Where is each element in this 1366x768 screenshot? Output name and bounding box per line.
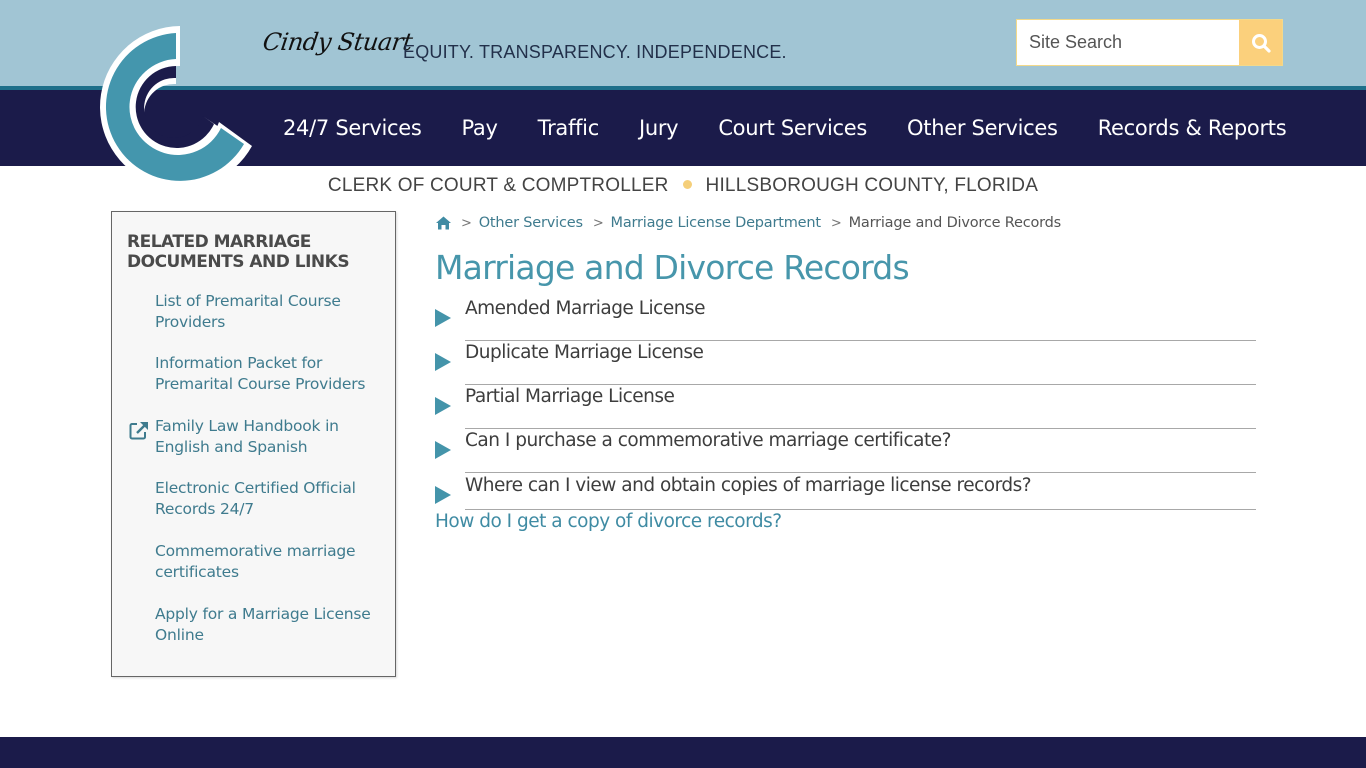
breadcrumb-current: Marriage and Divorce Records <box>848 215 1062 231</box>
breadcrumb: > Other Services > Marriage License Depa… <box>436 215 1061 231</box>
nav-item-24-7-services[interactable]: 24/7 Services <box>263 116 442 140</box>
divider <box>465 509 1256 510</box>
main-nav: 24/7 Services Pay Traffic Jury Court Ser… <box>263 90 1306 166</box>
search-button[interactable] <box>1239 20 1282 65</box>
home-icon[interactable] <box>436 216 451 230</box>
breadcrumb-marriage-license-dept[interactable]: Marriage License Department <box>611 215 822 231</box>
breadcrumb-separator-icon: > <box>461 215 472 231</box>
separator-dot-icon <box>682 180 692 190</box>
nav-item-pay[interactable]: Pay <box>442 116 518 140</box>
accordion-label: Where can I view and obtain copies of ma… <box>465 475 1032 496</box>
accordion-label: Partial Marriage License <box>465 386 675 407</box>
tagline: EQUITY. TRANSPARENCY. INDEPENDENCE. <box>403 42 787 62</box>
sidebar-title: RELATED MARRIAGE DOCUMENTS AND LINKS <box>127 232 350 272</box>
county-name: HILLSBOROUGH COUNTY, FLORIDA <box>705 175 1039 196</box>
accordion-label: Can I purchase a commemorative marriage … <box>465 430 951 451</box>
external-link-icon <box>129 422 148 440</box>
nav-item-traffic[interactable]: Traffic <box>518 116 619 140</box>
site-search <box>1016 19 1283 66</box>
expand-triangle-icon <box>435 353 451 371</box>
accordion-label: Amended Marriage License <box>465 298 705 319</box>
clerk-logo-icon[interactable] <box>92 24 258 190</box>
official-signature: Cindy Stuart <box>261 28 414 56</box>
breadcrumb-separator-icon: > <box>830 215 842 231</box>
related-links-sidebar: RELATED MARRIAGE DOCUMENTS AND LINKS Lis… <box>111 211 396 677</box>
expand-triangle-icon <box>435 486 451 504</box>
footer <box>0 737 1366 768</box>
search-icon <box>1251 33 1271 53</box>
expand-triangle-icon <box>435 309 451 327</box>
expand-triangle-icon <box>435 397 451 415</box>
sidebar-link-family-law-handbook[interactable]: Family Law Handbook in English and Spani… <box>155 416 390 458</box>
nav-item-court-services[interactable]: Court Services <box>698 116 887 140</box>
accordion-label: Duplicate Marriage License <box>465 342 704 363</box>
accordion-partial-license[interactable]: Partial Marriage License <box>435 385 1256 429</box>
search-input[interactable] <box>1017 20 1239 65</box>
divider <box>465 472 1256 473</box>
divorce-records-link[interactable]: How do I get a copy of divorce records? <box>435 511 782 532</box>
accordion-view-obtain-copies[interactable]: Where can I view and obtain copies of ma… <box>435 474 1256 510</box>
sidebar-link-info-packet[interactable]: Information Packet for Premarital Course… <box>155 353 390 395</box>
page-title: Marriage and Divorce Records <box>435 248 910 287</box>
sidebar-link-apply-online[interactable]: Apply for a Marriage License Online <box>155 604 390 646</box>
expand-triangle-icon <box>435 441 451 459</box>
accordion-amended-license[interactable]: Amended Marriage License <box>435 297 1256 341</box>
sidebar-link-electronic-records[interactable]: Electronic Certified Official Records 24… <box>155 478 390 520</box>
breadcrumb-other-services[interactable]: Other Services <box>479 215 583 231</box>
breadcrumb-separator-icon: > <box>592 215 604 231</box>
sidebar-link-premarital-providers[interactable]: List of Premarital Course Providers <box>155 291 390 333</box>
nav-item-jury[interactable]: Jury <box>619 116 698 140</box>
sidebar-link-commemorative-certificates[interactable]: Commemorative marriage certificates <box>155 541 390 583</box>
nav-item-records-reports[interactable]: Records & Reports <box>1078 116 1307 140</box>
office-subtitle: CLERK OF COURT & COMPTROLLER HILLSBOROUGH… <box>0 175 1366 197</box>
office-name: CLERK OF COURT & COMPTROLLER <box>327 175 669 196</box>
nav-item-other-services[interactable]: Other Services <box>887 116 1078 140</box>
accordion-commemorative-certificate[interactable]: Can I purchase a commemorative marriage … <box>435 429 1256 473</box>
accordion-duplicate-license[interactable]: Duplicate Marriage License <box>435 341 1256 385</box>
